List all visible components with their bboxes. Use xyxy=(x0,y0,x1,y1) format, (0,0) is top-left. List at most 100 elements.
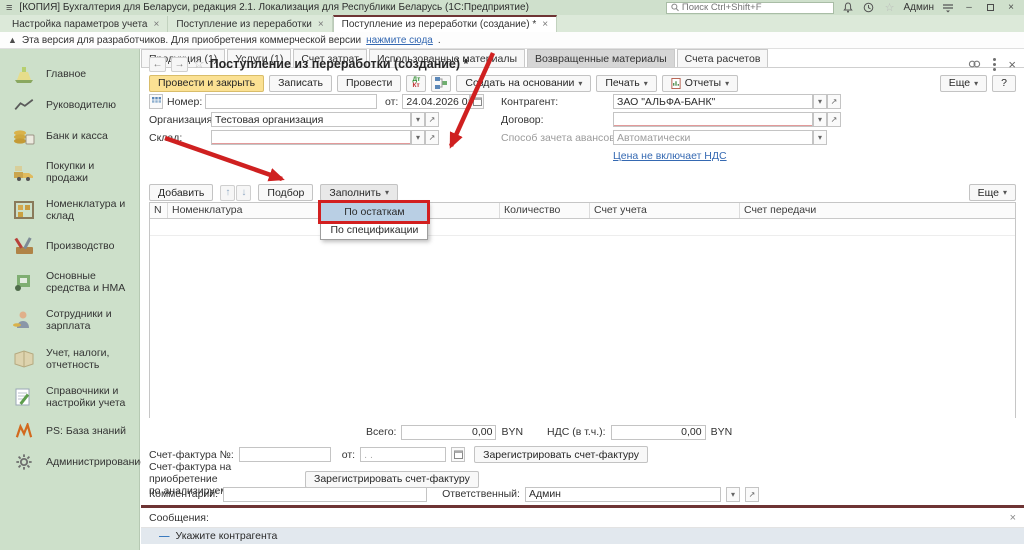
calendar-button[interactable] xyxy=(470,94,484,109)
button-label: Отчеты xyxy=(685,77,721,89)
close-window-button[interactable]: × xyxy=(1004,2,1018,14)
invoice-date-field[interactable]: . . xyxy=(360,447,446,462)
invoice-calendar-button[interactable] xyxy=(451,447,465,462)
minimize-button[interactable]: – xyxy=(962,2,976,14)
tab-close-icon[interactable]: × xyxy=(542,19,548,30)
main-menu-icon[interactable]: ≡ xyxy=(6,2,12,14)
sidebar-item-accounting-taxes[interactable]: Учет, налоги, отчетность xyxy=(0,340,139,378)
chevron-down-icon: ▾ xyxy=(578,79,582,88)
invoice-number-field[interactable] xyxy=(239,447,331,462)
restore-button[interactable] xyxy=(983,2,997,14)
messages-close-icon[interactable]: × xyxy=(1010,512,1016,524)
sidebar-item-production[interactable]: Производство xyxy=(0,229,139,263)
sidebar-item-label: Банк и касса xyxy=(46,130,108,142)
more-button[interactable]: Еще▾ xyxy=(940,75,987,92)
add-row-button[interactable]: Добавить xyxy=(149,184,213,201)
vat-field[interactable]: 0,00 xyxy=(611,425,706,440)
favorites-star-icon[interactable]: ☆ xyxy=(883,2,897,14)
sidebar-item-manager[interactable]: Руководителю xyxy=(0,91,139,119)
save-button[interactable]: Записать xyxy=(269,75,332,92)
menu-item-by-balances[interactable]: По остаткам xyxy=(321,203,427,221)
contract-open-button[interactable]: ↗ xyxy=(827,112,841,127)
sidebar-item-main[interactable]: Главное xyxy=(0,57,139,91)
comment-field[interactable] xyxy=(223,487,427,502)
organization-open-button[interactable]: ↗ xyxy=(425,112,439,127)
vat-price-link[interactable]: Цена не включает НДС xyxy=(613,150,727,162)
reports-button[interactable]: Отчеты▾ xyxy=(662,75,738,92)
help-button[interactable]: ? xyxy=(992,75,1016,92)
contractor-select-button[interactable]: ▾ xyxy=(813,94,827,109)
organization-field[interactable]: Тестовая организация xyxy=(211,112,411,127)
post-button[interactable]: Провести xyxy=(337,75,401,92)
total-field[interactable]: 0,00 xyxy=(401,425,496,440)
sidebar-item-label: Номенклатура и склад xyxy=(46,198,135,222)
sidebar-item-staff-salary[interactable]: Сотрудники и зарплата xyxy=(0,301,139,339)
messages-title: Сообщения: xyxy=(149,512,209,524)
window-tab-settings[interactable]: Настройка параметров учета × xyxy=(4,16,168,32)
sidebar-item-bank-cash[interactable]: Банк и касса xyxy=(0,119,139,153)
responsible-field[interactable]: Админ xyxy=(525,487,721,502)
sidebar-item-knowledge-base[interactable]: PS: База знаний xyxy=(0,416,139,446)
number-field[interactable] xyxy=(205,94,377,109)
grid-icon-button[interactable] xyxy=(149,94,163,109)
service-menu-icon[interactable] xyxy=(941,2,955,14)
print-button[interactable]: Печать▾ xyxy=(596,75,656,92)
sidebar-item-purchases-sales[interactable]: Покупки и продажи xyxy=(0,153,139,191)
window-tab-receipt-new[interactable]: Поступление из переработки (создание) * … xyxy=(333,15,557,32)
command-bar: Провести и закрыть Записать Провести ДтК… xyxy=(149,74,1016,92)
show-postings-button[interactable]: ДтКт xyxy=(406,75,426,92)
window-tab-receipt[interactable]: Поступление из переработки × xyxy=(168,16,332,32)
grid-more-button[interactable]: Еще▾ xyxy=(969,184,1016,201)
tab-close-icon[interactable]: × xyxy=(153,19,159,30)
link-icon[interactable] xyxy=(968,59,981,69)
warehouse-select-button[interactable]: ▾ xyxy=(411,130,425,145)
column-header-transfer-account[interactable]: Счет передачи xyxy=(740,203,1015,218)
sidebar-item-nomenclature-warehouse[interactable]: Номенклатура и склад xyxy=(0,191,139,229)
sidebar-item-fixed-assets[interactable]: Основные средства и НМА xyxy=(0,263,139,301)
contractor-field[interactable]: ЗАО "АЛЬФА-БАНК" xyxy=(613,94,813,109)
column-header-quantity[interactable]: Количество xyxy=(500,203,590,218)
responsible-select-button[interactable]: ▾ xyxy=(726,487,740,502)
search-input[interactable] xyxy=(682,2,829,13)
date-field[interactable]: 24.04.2026 0:00:00 xyxy=(402,94,470,109)
buy-commercial-link[interactable]: нажмите сюда xyxy=(366,35,433,46)
table-body-empty[interactable] xyxy=(150,219,1015,418)
tab-close-icon[interactable]: × xyxy=(318,19,324,30)
current-user[interactable]: Админ xyxy=(904,2,935,13)
move-down-button[interactable]: ↓ xyxy=(236,185,251,201)
chart-icon xyxy=(8,98,40,112)
calendar-icon xyxy=(454,450,463,459)
back-button[interactable]: ← xyxy=(149,57,166,72)
column-header-n[interactable]: N xyxy=(150,203,168,218)
advance-select-button[interactable]: ▾ xyxy=(813,130,827,145)
menu-item-by-specification[interactable]: По спецификации xyxy=(321,221,427,239)
warehouse-open-button[interactable]: ↗ xyxy=(425,130,439,145)
contract-select-button[interactable]: ▾ xyxy=(813,112,827,127)
structure-button[interactable] xyxy=(431,75,451,92)
global-search[interactable] xyxy=(666,2,834,14)
notifications-bell-icon[interactable] xyxy=(841,2,855,14)
fill-button[interactable]: Заполнить▾ xyxy=(320,184,398,201)
sidebar-item-references-settings[interactable]: Справочники и настройки учета xyxy=(0,378,139,416)
pick-button[interactable]: Подбор xyxy=(258,184,313,201)
register-purchase-invoice-button[interactable]: Зарегистрировать счет-фактуру xyxy=(305,471,479,488)
forward-button[interactable]: → xyxy=(171,57,188,72)
post-and-close-button[interactable]: Провести и закрыть xyxy=(149,75,264,92)
register-invoice-button[interactable]: Зарегистрировать счет-фактуру xyxy=(474,446,648,463)
close-document-button[interactable]: × xyxy=(1008,58,1016,71)
history-icon[interactable] xyxy=(862,2,876,14)
sidebar-item-label: Сотрудники и зарплата xyxy=(46,308,135,332)
warehouse-field[interactable] xyxy=(211,130,411,145)
create-based-on-button[interactable]: Создать на основании▾ xyxy=(456,75,591,92)
sidebar-item-administration[interactable]: Администрирование xyxy=(0,446,139,478)
contract-field[interactable] xyxy=(613,112,813,127)
favorite-star-icon[interactable]: ☆ xyxy=(193,56,205,72)
column-header-account[interactable]: Счет учета xyxy=(590,203,740,218)
more-kebab-icon[interactable] xyxy=(993,58,996,71)
move-up-button[interactable]: ↑ xyxy=(220,185,235,201)
advance-method-field[interactable]: Автоматически xyxy=(613,130,813,145)
organization-select-button[interactable]: ▾ xyxy=(411,112,425,127)
message-item[interactable]: — Укажите контрагента xyxy=(141,528,1024,544)
contractor-open-button[interactable]: ↗ xyxy=(827,94,841,109)
responsible-open-button[interactable]: ↗ xyxy=(745,487,759,502)
